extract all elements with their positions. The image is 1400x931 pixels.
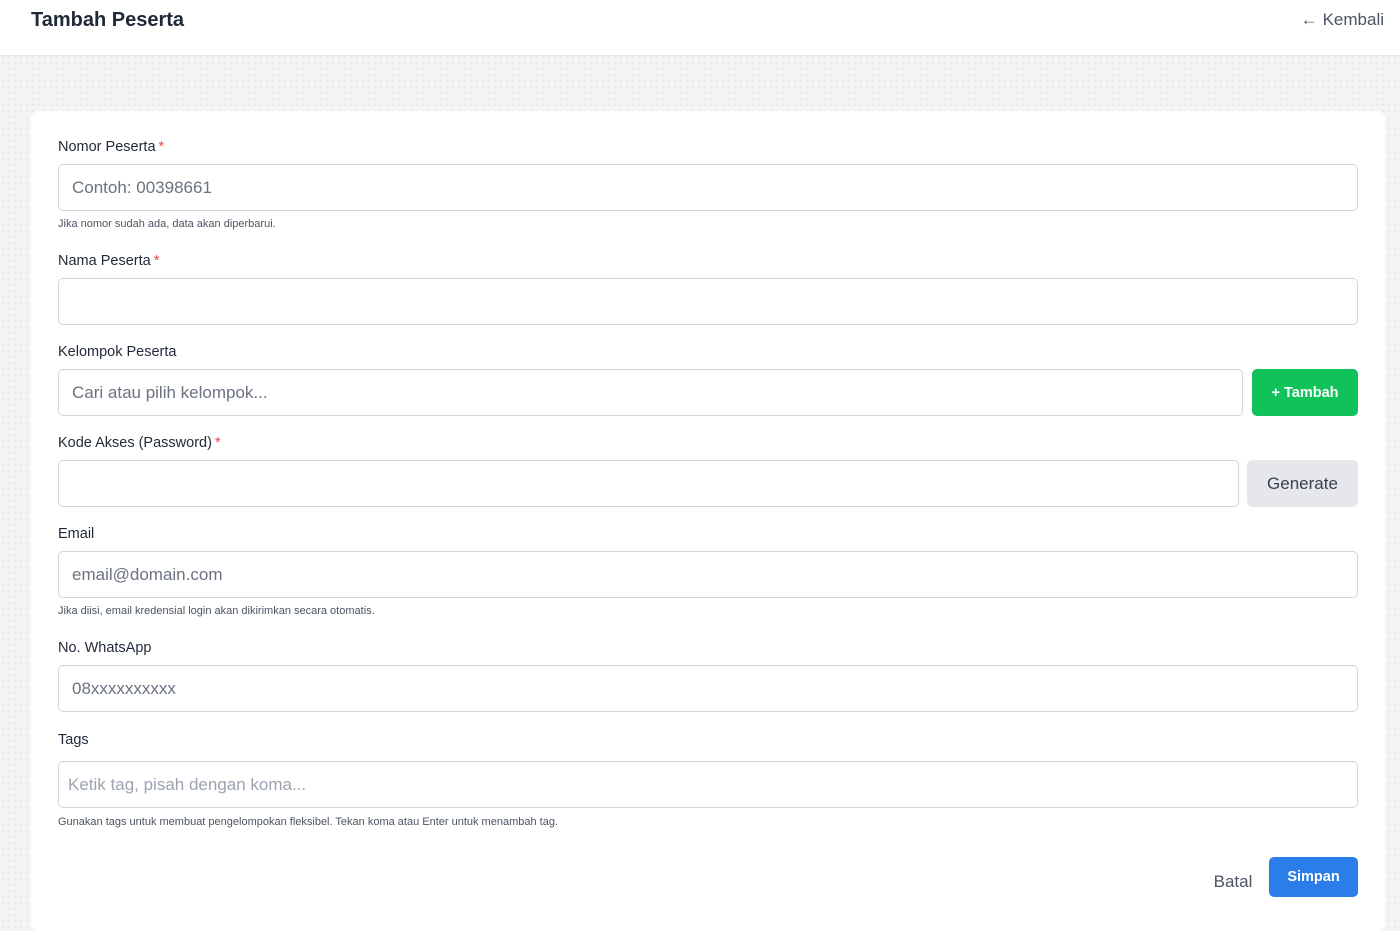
email-hint: Jika diisi, email kredensial login akan … (58, 605, 375, 617)
email-label: Email (58, 526, 95, 542)
generate-password-button[interactable]: Generate (1247, 460, 1358, 507)
nama-peserta-input[interactable] (58, 278, 1358, 325)
nomor-peserta-hint: Jika nomor sudah ada, data akan diperbar… (58, 218, 276, 230)
tags-input[interactable] (58, 761, 1358, 808)
field-whatsapp: No. WhatsApp (58, 639, 1358, 712)
kelompok-peserta-label: Kelompok Peserta (58, 344, 177, 360)
field-kelompok-peserta: Kelompok Peserta + Tambah (58, 343, 1358, 416)
field-nama-peserta: Nama Peserta * (58, 252, 1358, 325)
required-mark: * (153, 253, 160, 269)
page-title: Tambah Peserta (31, 9, 185, 31)
form-card: Nomor Peserta* Jika nomor sudah ada, dat… (31, 111, 1385, 931)
required-mark: * (158, 139, 165, 155)
save-button[interactable]: Simpan (1269, 857, 1358, 897)
nomor-peserta-label: Nomor Peserta * (58, 138, 1358, 156)
email-input[interactable] (58, 551, 1358, 598)
back-link-label: Kembali (1322, 10, 1384, 29)
nama-peserta-label: Nama Peserta * (58, 252, 1358, 270)
cancel-button[interactable]: Batal (1210, 863, 1256, 901)
add-group-button[interactable]: + Tambah (1252, 369, 1358, 416)
tags-label: Tags (58, 732, 89, 748)
nama-peserta-label-text: Nama Peserta (58, 253, 151, 269)
field-kode-akses: Kode Akses (Password) * Generate (58, 434, 1358, 507)
field-email: Email Jika diisi, email kredensial login… (58, 525, 1358, 618)
field-nomor-peserta: Nomor Peserta* Jika nomor sudah ada, dat… (58, 138, 1358, 231)
required-mark: * (214, 435, 221, 451)
whatsapp-input[interactable] (58, 665, 1358, 712)
nomor-peserta-label-text: Nomor Peserta (58, 139, 156, 155)
nomor-peserta-input[interactable] (58, 164, 1358, 211)
tags-hint: Gunakan tags untuk membuat pengelompokan… (58, 816, 558, 828)
top-bar: Tambah Peserta ← Kembali (0, 0, 1400, 56)
arrow-left-icon: ← (1300, 10, 1318, 29)
whatsapp-label: No. WhatsApp (58, 640, 152, 656)
back-link[interactable]: ← Kembali (1301, 8, 1384, 32)
kode-akses-label: Kode Akses (Password) * (58, 434, 1358, 452)
kode-akses-label-text: Kode Akses (Password) (58, 435, 212, 451)
password-input[interactable] (58, 460, 1239, 507)
kelompok-search-input[interactable] (58, 369, 1243, 416)
field-tags: Tags Gunakan tags untuk membuat pengelom… (58, 731, 1358, 829)
